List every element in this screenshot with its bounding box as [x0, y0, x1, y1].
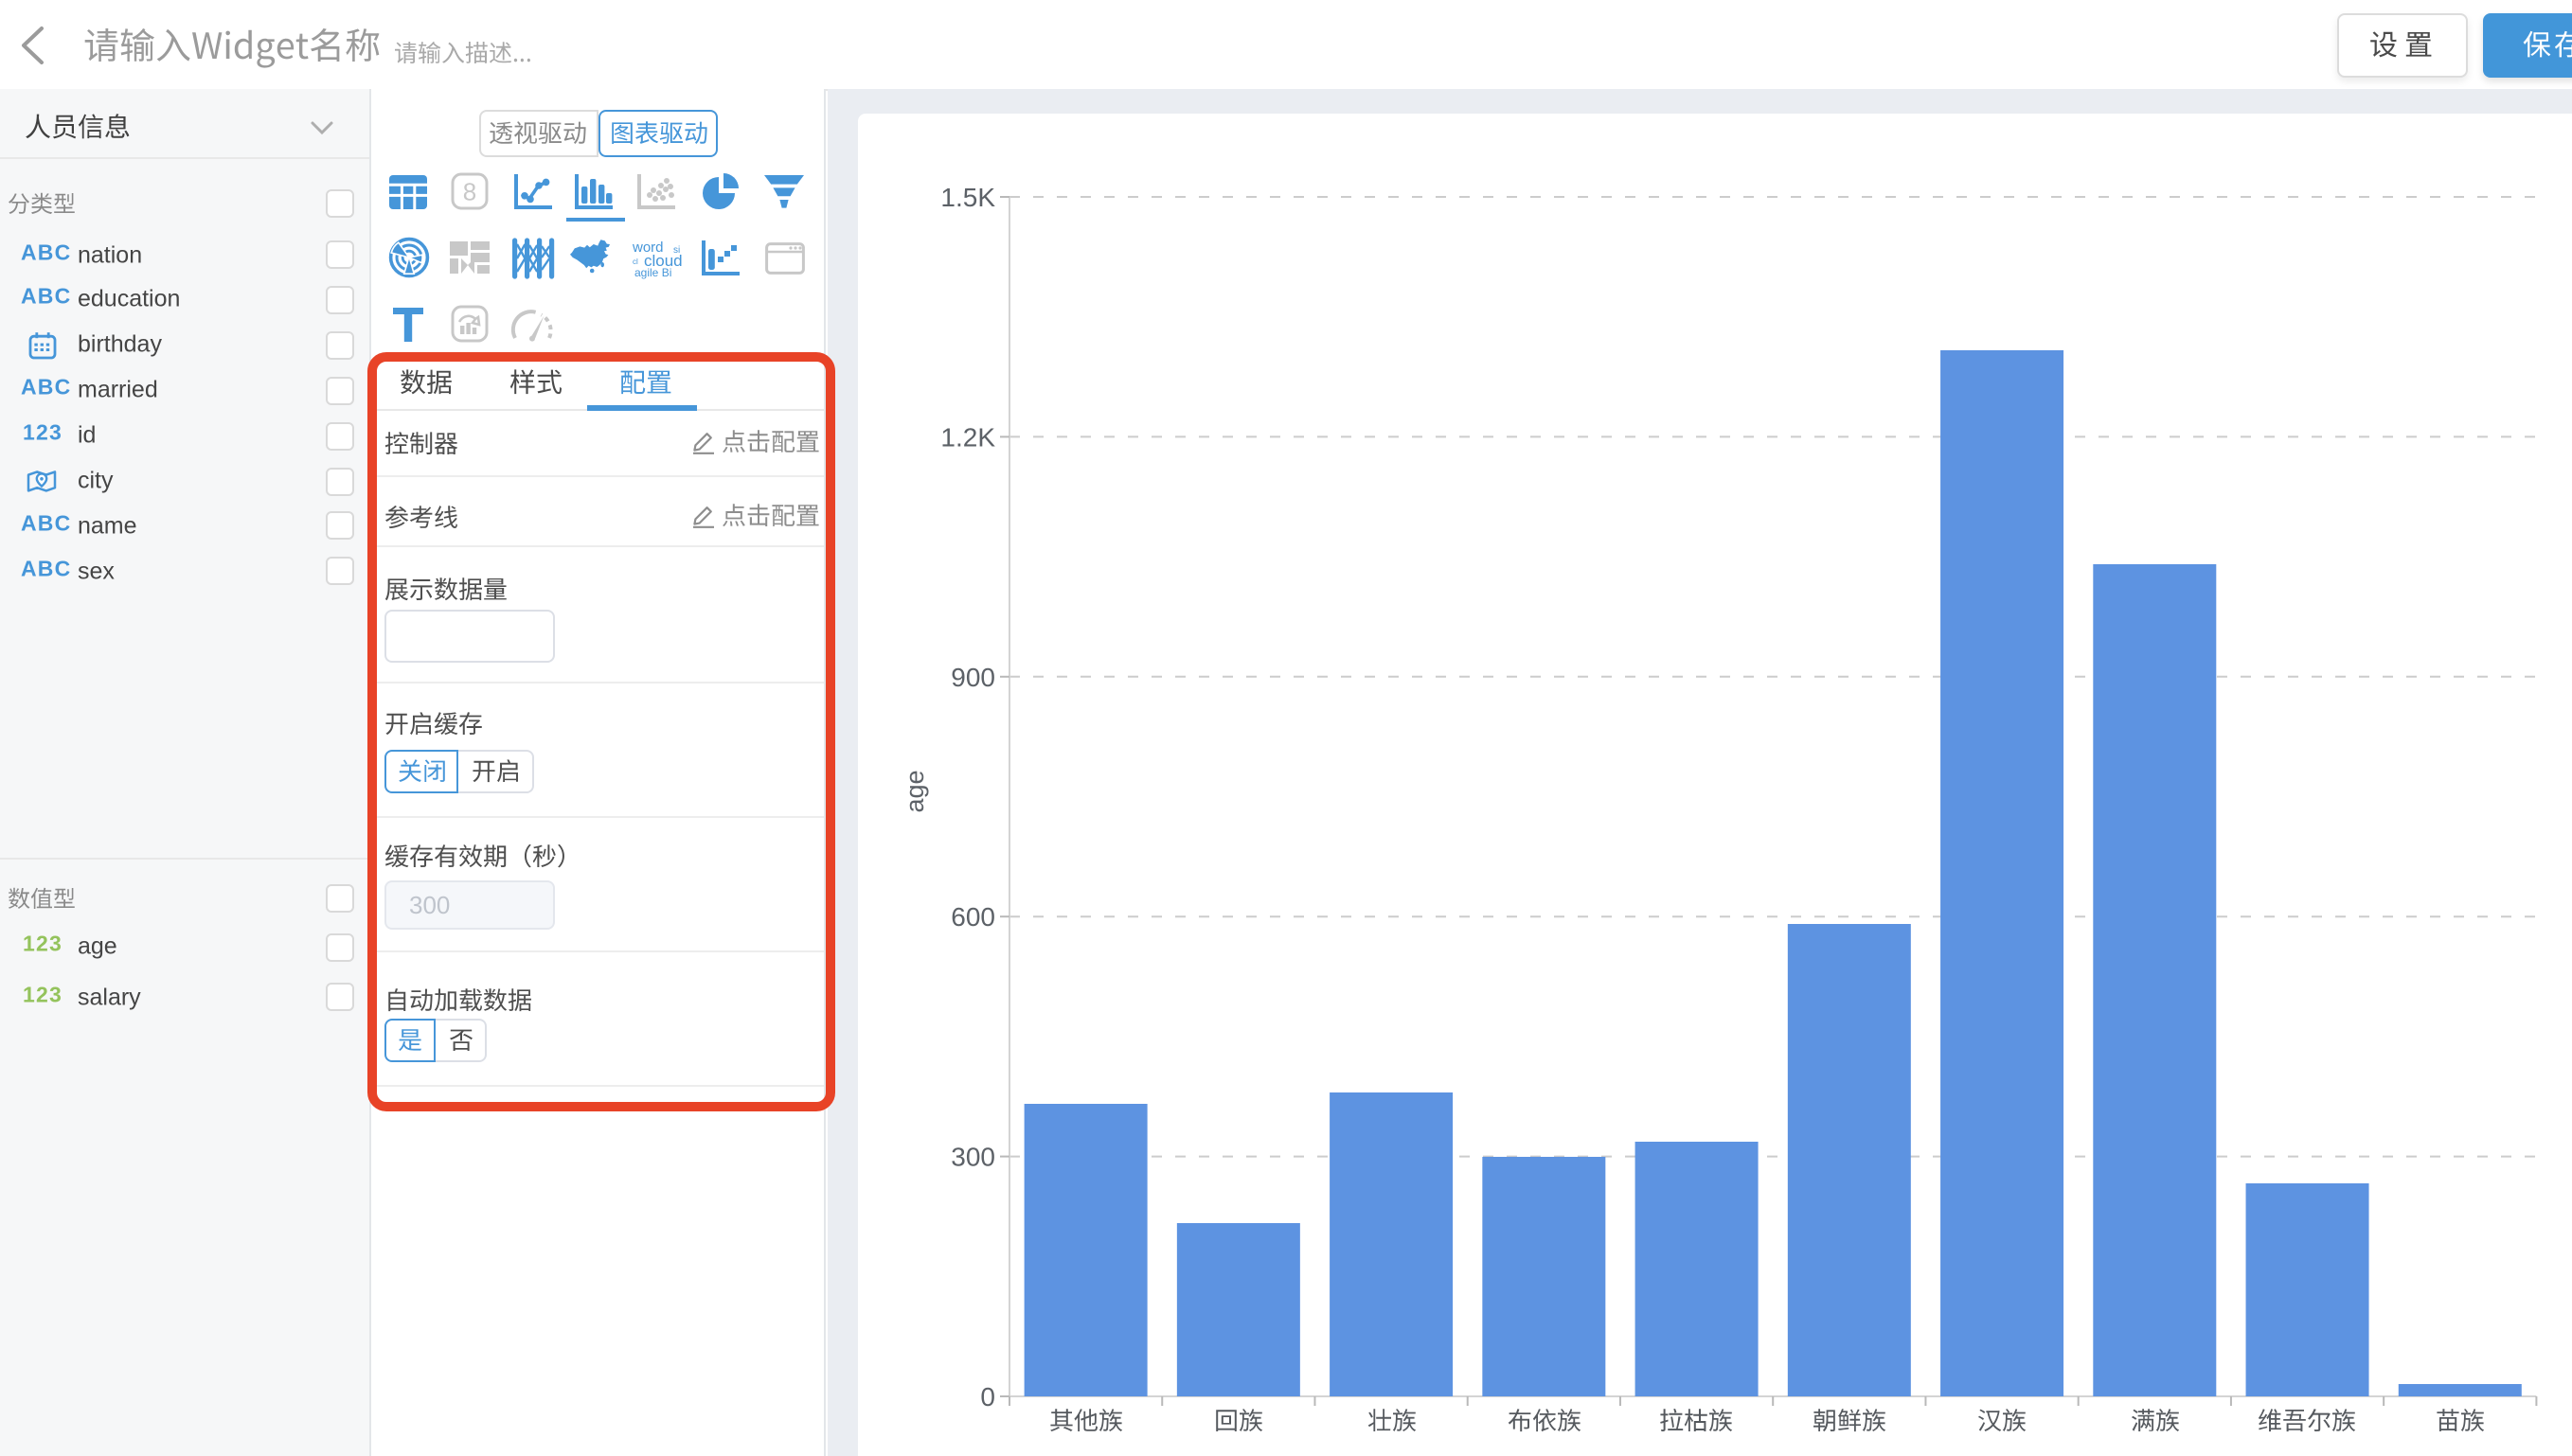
svg-text:agile Bi: agile Bi: [634, 266, 670, 279]
svg-text:age: age: [901, 770, 929, 812]
svg-text:8: 8: [462, 178, 475, 206]
svg-text:1.2K: 1.2K: [940, 422, 995, 452]
svg-text:900: 900: [951, 663, 995, 692]
svg-text:1.5K: 1.5K: [940, 183, 995, 212]
svg-text:cl: cl: [632, 257, 637, 266]
svg-text:300: 300: [951, 1143, 995, 1172]
svg-text:600: 600: [951, 902, 995, 932]
svg-text:0: 0: [980, 1382, 995, 1412]
